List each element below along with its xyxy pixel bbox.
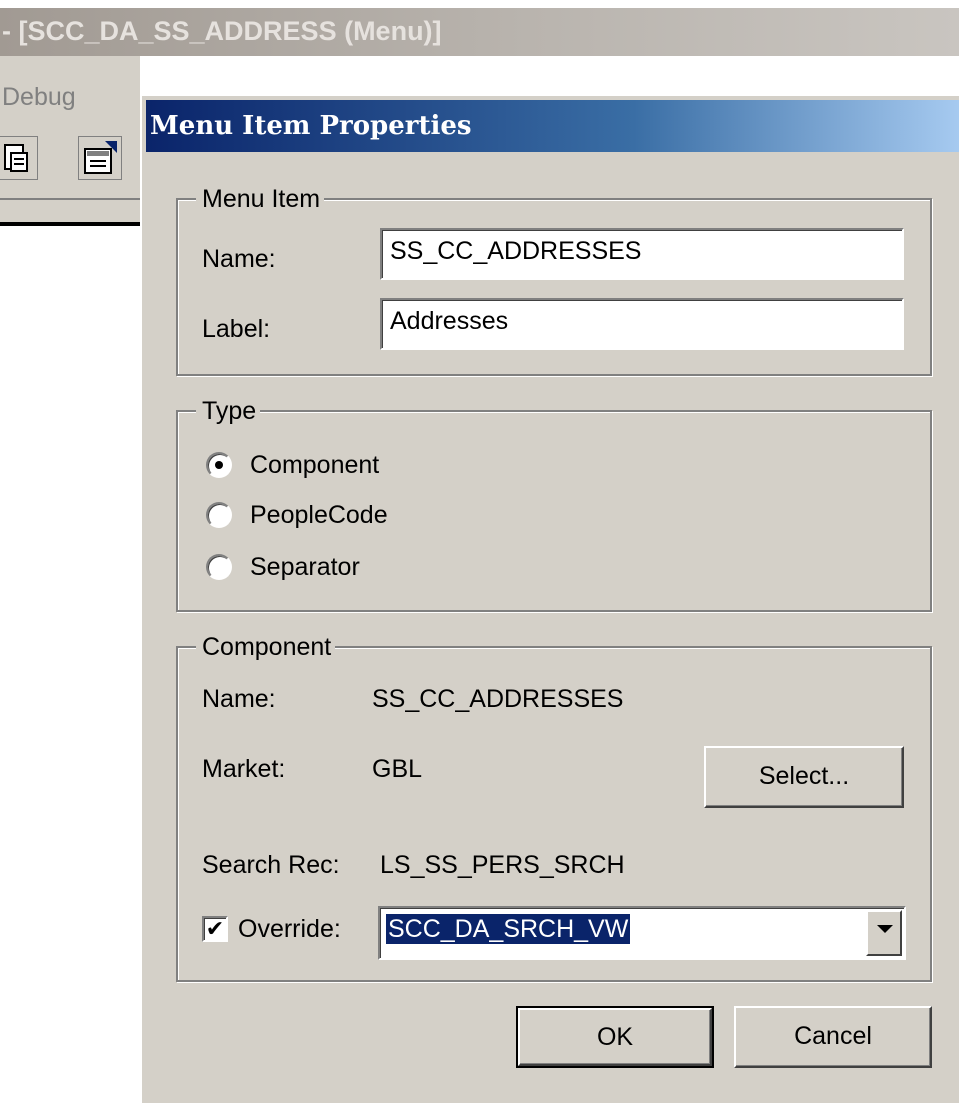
component-market-label: Market:: [202, 755, 286, 783]
type-legend: Type: [196, 396, 261, 426]
component-group: Component Name: SS_CC_ADDRESSES Market: …: [176, 632, 932, 982]
menu-item-name-field[interactable]: SS_CC_ADDRESSES: [380, 228, 904, 280]
radio-button[interactable]: [206, 554, 232, 580]
app-menubar: Debug: [0, 74, 140, 120]
ok-button[interactable]: OK: [516, 1006, 714, 1068]
radio-label: Component: [250, 451, 380, 479]
app-workspace: [0, 226, 140, 1103]
component-name-value: SS_CC_ADDRESSES: [372, 685, 624, 713]
menu-item-group: Menu Item Name: SS_CC_ADDRESSES Label: A…: [176, 184, 932, 376]
toolbar-properties-button[interactable]: [78, 136, 122, 180]
cancel-button[interactable]: Cancel: [734, 1006, 932, 1068]
app-title-bar: - [SCC_DA_SS_ADDRESS (Menu)]: [0, 0, 959, 56]
menu-item-label-label: Label:: [202, 315, 271, 343]
override-checkbox[interactable]: ✔: [202, 916, 228, 942]
radio-label: Separator: [250, 553, 360, 581]
app-window-title: - [SCC_DA_SS_ADDRESS (Menu)]: [2, 16, 442, 46]
type-group: Type Component PeopleCode Separator: [176, 396, 932, 612]
dialog-title: Menu Item Properties: [150, 111, 472, 141]
app-toolbar: [0, 118, 140, 196]
copy-icon: [4, 144, 28, 172]
override-record-combobox[interactable]: SCC_DA_SRCH_VW: [378, 906, 906, 960]
component-search-rec-value: LS_SS_PERS_SRCH: [380, 851, 625, 879]
radio-button[interactable]: [206, 502, 232, 528]
menu-item-properties-dialog: Menu Item Properties Menu Item Name: SS_…: [140, 94, 959, 1103]
override-label: Override:: [238, 915, 341, 943]
toolbar-separator: [0, 198, 140, 200]
override-record-value: SCC_DA_SRCH_VW: [386, 914, 631, 944]
select-button[interactable]: Select...: [704, 746, 904, 808]
component-search-rec-label: Search Rec:: [202, 851, 340, 879]
radio-label: PeopleCode: [250, 501, 388, 529]
component-legend: Component: [196, 632, 336, 662]
radio-button[interactable]: [206, 452, 232, 478]
menu-debug[interactable]: Debug: [2, 83, 76, 111]
type-component-radio[interactable]: Component: [206, 448, 506, 482]
menu-item-label-field[interactable]: Addresses: [380, 298, 904, 350]
menu-item-name-label: Name:: [202, 245, 276, 273]
component-market-value: GBL: [372, 755, 423, 783]
dialog-title-bar[interactable]: Menu Item Properties: [146, 100, 959, 152]
type-peoplecode-radio[interactable]: PeopleCode: [206, 498, 506, 532]
menu-item-legend: Menu Item: [196, 184, 325, 214]
dropdown-arrow-icon[interactable]: [866, 910, 902, 956]
toolbar-copy-button[interactable]: [0, 136, 38, 180]
type-separator-radio[interactable]: Separator: [206, 550, 506, 584]
component-name-label: Name:: [202, 685, 276, 713]
properties-icon: [84, 141, 117, 174]
